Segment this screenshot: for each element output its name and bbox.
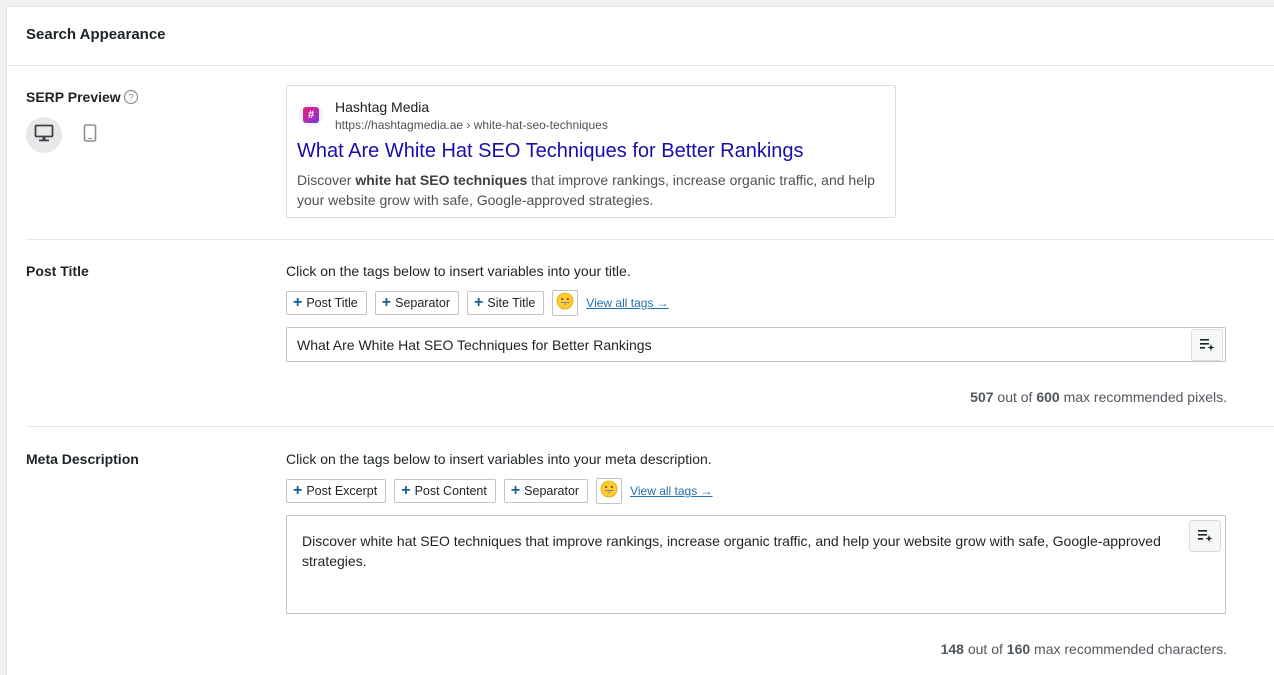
meta-description-textarea[interactable]: Discover white hat SEO techniques that i… — [286, 515, 1226, 614]
view-all-tags-link[interactable]: View all tags → — [630, 484, 712, 498]
post-title-input[interactable]: What Are White Hat SEO Techniques for Be… — [286, 327, 1226, 362]
serp-preview-label: SERP Preview — [26, 89, 121, 105]
question-circle-icon[interactable]: ? — [123, 89, 139, 105]
search-appearance-panel: Search Appearance SERP Preview ? # Hasht… — [6, 6, 1274, 675]
tag-post-excerpt-button[interactable]: + Post Excerpt — [286, 479, 387, 503]
ai-generate-button[interactable] — [1191, 329, 1223, 361]
hashtag-logo: # — [303, 107, 319, 123]
serp-description: Discover white hat SEO techniques that i… — [297, 172, 875, 208]
panel-title: Search Appearance — [26, 26, 166, 43]
mobile-preview-button[interactable] — [72, 117, 108, 153]
title-pixel-counter: 507 out of 600 max recommended pixels. — [970, 389, 1227, 405]
smiley-emoji-icon — [600, 480, 618, 503]
desktop-preview-button[interactable] — [26, 117, 62, 153]
serp-site-name: Hashtag Media — [335, 99, 430, 115]
post-title-hint: Click on the tags below to insert variab… — [286, 263, 631, 279]
plus-icon: + — [293, 482, 303, 499]
emoji-picker-button[interactable] — [552, 290, 579, 316]
meta-description-label: Meta Description — [26, 451, 139, 467]
tag-post-title-button[interactable]: + Post Title — [286, 291, 367, 315]
ai-sparkle-list-icon — [1197, 527, 1213, 546]
section-divider — [26, 239, 1274, 240]
smiley-emoji-icon — [556, 292, 574, 315]
tag-post-content-button[interactable]: + Post Content — [394, 479, 496, 503]
svg-text:?: ? — [128, 93, 133, 104]
description-character-counter: 148 out of 160 max recommended character… — [940, 641, 1227, 657]
tag-separator-button[interactable]: + Separator — [374, 291, 460, 315]
emoji-picker-button[interactable] — [596, 478, 623, 504]
serp-url: https://hashtagmedia.ae › white-hat-seo-… — [335, 118, 608, 132]
meta-description-hint: Click on the tags below to insert variab… — [286, 451, 712, 467]
meta-description-tag-row: + Post Excerpt + Post Content + Separator V… — [286, 478, 713, 504]
serp-preview-card: # Hashtag Media https://hashtagmedia.ae … — [286, 85, 896, 218]
panel-header: Search Appearance — [7, 7, 1274, 66]
tag-separator-button[interactable]: + Separator — [503, 479, 589, 503]
ai-generate-button[interactable] — [1189, 520, 1221, 552]
ai-sparkle-list-icon — [1199, 336, 1215, 355]
plus-icon: + — [474, 294, 484, 311]
plus-icon: + — [401, 482, 411, 499]
plus-icon: + — [510, 482, 521, 499]
site-favicon: # — [299, 103, 323, 127]
desktop-icon — [34, 124, 54, 147]
serp-title-link[interactable]: What Are White Hat SEO Techniques for Be… — [297, 140, 804, 163]
plus-icon: + — [381, 294, 392, 311]
tag-site-title-button[interactable]: + Site Title — [467, 291, 545, 315]
view-all-tags-link[interactable]: View all tags → — [586, 296, 668, 310]
plus-icon: + — [293, 294, 303, 311]
post-title-tag-row: + Post Title + Separator + Site Title View … — [286, 290, 669, 316]
section-divider — [26, 426, 1274, 427]
mobile-icon — [83, 123, 97, 147]
post-title-label: Post Title — [26, 263, 89, 279]
